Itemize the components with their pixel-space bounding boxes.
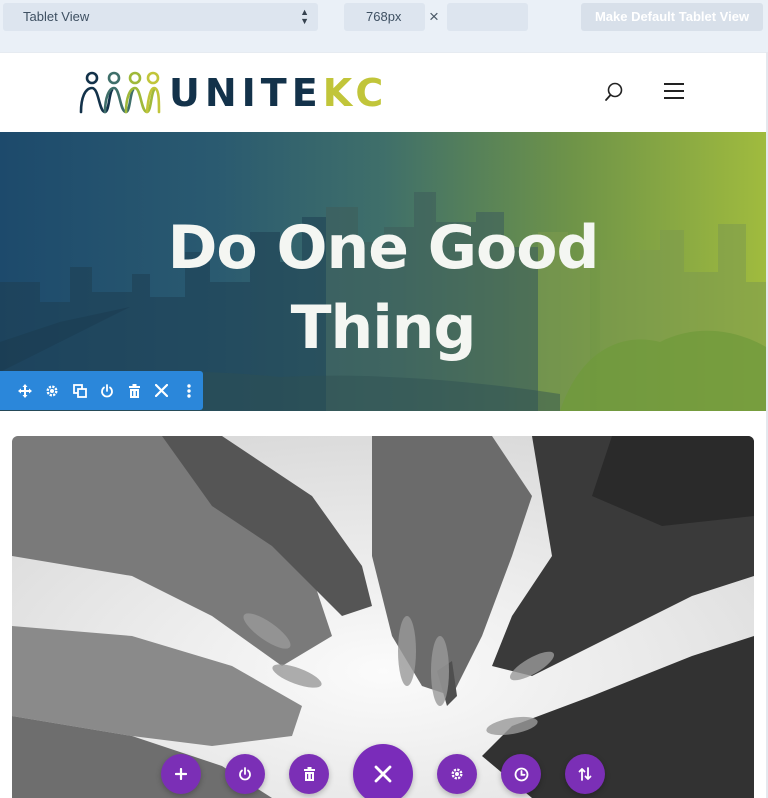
hero-title: Do One Good Thing <box>0 208 766 368</box>
hero-title-line1: Do One Good <box>167 213 600 283</box>
power-icon[interactable] <box>93 371 120 410</box>
power-icon[interactable] <box>225 754 265 794</box>
view-mode-select[interactable]: Tablet View ▲ ▼ <box>3 3 318 31</box>
site-header: UNITEKC <box>0 52 768 132</box>
move-icon[interactable] <box>11 371 38 410</box>
history-icon[interactable] <box>501 754 541 794</box>
trash-icon[interactable] <box>289 754 329 794</box>
duplicate-icon[interactable] <box>66 371 93 410</box>
logo-wordmark-main: UNITE <box>169 71 323 115</box>
more-icon[interactable] <box>176 371 203 410</box>
gear-icon[interactable] <box>437 754 477 794</box>
hero-section: Do One Good Thing <box>0 132 766 411</box>
view-mode-label: Tablet View <box>23 9 90 24</box>
site-logo[interactable]: UNITEKC <box>79 70 388 116</box>
trash-icon[interactable] <box>121 371 148 410</box>
hamburger-menu-icon[interactable] <box>664 83 684 101</box>
row-settings-toolbar <box>0 744 768 798</box>
make-default-button[interactable]: Make Default Tablet View <box>581 3 763 31</box>
people-logo-icon <box>79 71 161 114</box>
hero-title-line2: Thing <box>290 293 477 363</box>
gear-icon[interactable] <box>38 371 65 410</box>
close-icon[interactable] <box>148 371 175 410</box>
search-icon[interactable] <box>603 81 625 103</box>
logo-wordmark-accent: KC <box>322 71 389 115</box>
width-input[interactable]: 768px <box>344 3 425 31</box>
sort-icon[interactable] <box>565 754 605 794</box>
section-settings-toolbar <box>0 371 203 410</box>
dimension-times-label: × <box>429 7 439 26</box>
logo-wordmark: UNITEKC <box>169 70 388 116</box>
select-arrows-icon: ▲ ▼ <box>300 7 309 26</box>
plus-icon[interactable] <box>161 754 201 794</box>
responsive-toolbar: Tablet View ▲ ▼ 768px × Make Default Tabl… <box>0 0 768 52</box>
close-icon[interactable] <box>353 744 413 798</box>
height-input[interactable] <box>447 3 528 31</box>
